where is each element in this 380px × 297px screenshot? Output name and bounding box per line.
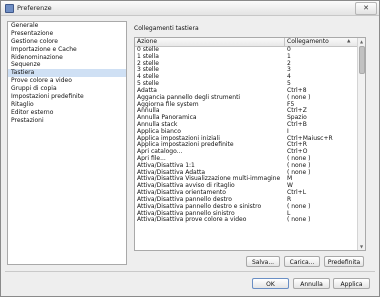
divider — [5, 271, 375, 272]
load-button[interactable]: Carica... — [284, 256, 320, 267]
table-row[interactable]: 3 stelle 3 — [135, 67, 357, 74]
category-item[interactable]: Gestione colore — [8, 38, 126, 46]
sort-arrow-icon: ▲ — [347, 39, 351, 44]
app-icon — [5, 4, 14, 13]
scroll-up-icon[interactable]: ▲ — [358, 38, 365, 45]
category-item[interactable]: Editor esterno — [8, 109, 126, 117]
scroll-thumb[interactable] — [359, 46, 365, 74]
table-row[interactable]: 0 stelle 0 — [135, 46, 357, 54]
binding-cell: ( none ) — [287, 216, 311, 224]
binding-cell: ( none ) — [287, 202, 311, 210]
table-body: 0 stelle 0 1 stella 1 2 stelle 2 3 stelle 3 4 st… — [135, 46, 357, 224]
category-item[interactable]: Prestazioni — [8, 117, 126, 125]
cancel-button[interactable]: Annulla — [293, 278, 330, 289]
table-row[interactable]: 5 stelle 5 — [135, 80, 357, 88]
category-item[interactable]: Generale — [8, 22, 126, 30]
table-row[interactable]: 1 stella 1 — [135, 53, 357, 61]
category-item[interactable]: Presentazione — [8, 30, 126, 38]
apply-button[interactable]: Applica — [333, 278, 370, 289]
category-list: Generale Presentazione Gestione colore Impo… — [7, 21, 127, 265]
vertical-scrollbar[interactable]: ▲ ▼ — [357, 38, 365, 250]
default-button[interactable]: Predefinita — [324, 256, 364, 267]
close-button[interactable]: ✕ — [355, 2, 377, 15]
table-row[interactable]: Aggiorna file system F5 — [135, 101, 357, 109]
table-header: Azione Collegamento ▲ — [135, 38, 357, 47]
category-item[interactable]: Gruppi di copia — [8, 85, 126, 93]
binding-cell: Ctrl+B — [287, 120, 307, 128]
action-cell: Attiva/Disattiva prove colore a video — [137, 216, 247, 224]
category-item[interactable]: Impostazioni predefinite — [8, 93, 126, 101]
column-separator[interactable] — [284, 38, 285, 46]
category-item[interactable]: Ritaglio — [8, 101, 126, 109]
shortcuts-table: Azione Collegamento ▲ 0 stelle 0 1 stella 1… — [134, 37, 366, 251]
category-item[interactable]: Tastiera — [8, 69, 126, 78]
table-row[interactable]: 4 stelle 4 — [135, 73, 357, 81]
save-button[interactable]: Salva... — [246, 256, 280, 267]
table-row[interactable]: Apri catalogo... Ctrl+O — [135, 148, 357, 156]
category-item[interactable]: Ridenominazione — [8, 54, 126, 62]
table-row[interactable]: 2 stelle 2 — [135, 60, 357, 68]
title-bar: Preferenze ✕ — [1, 1, 379, 16]
category-item[interactable]: Prove colore a video — [8, 77, 126, 85]
preferences-window: Preferenze ✕ Generale Presentazione Gestio… — [0, 0, 380, 297]
column-header-binding[interactable]: Collegamento — [287, 38, 329, 46]
window-title: Preferenze — [17, 4, 52, 12]
table-row[interactable]: Attiva/Disattiva prove colore a video ( n… — [135, 216, 357, 224]
column-header-action[interactable]: Azione — [137, 38, 157, 46]
category-item[interactable]: Sequenze — [8, 61, 126, 69]
ok-button[interactable]: OK — [252, 278, 289, 289]
section-label: Collegamenti tastiera — [134, 25, 199, 32]
scroll-down-icon[interactable]: ▼ — [358, 243, 365, 250]
category-item[interactable]: Importazione e Cache — [8, 46, 126, 54]
